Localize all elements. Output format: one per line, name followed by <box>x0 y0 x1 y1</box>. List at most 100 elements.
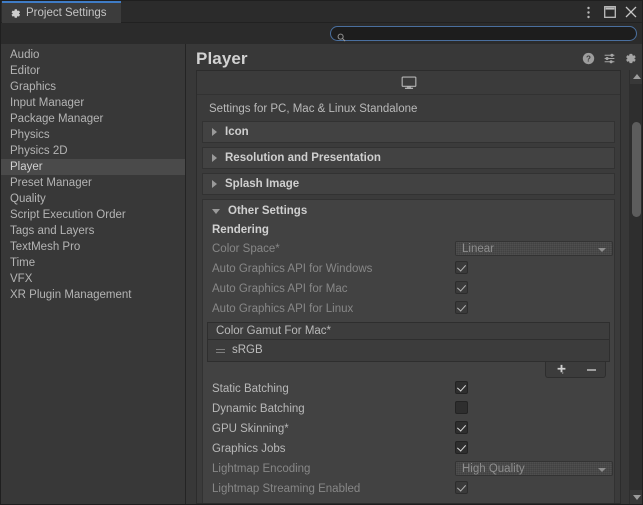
search-input-wrapper[interactable] <box>330 26 637 42</box>
gear-icon[interactable] <box>624 52 637 65</box>
rendering-rows: Color Space* Linear Auto Graphics API for … <box>203 239 614 319</box>
setting-row: Lightmap Streaming Enabled <box>203 479 614 499</box>
setting-label: Color Space* <box>212 243 280 255</box>
tab-label: Project Settings <box>26 7 107 19</box>
sidebar-item-tags-and-layers[interactable]: Tags and Layers <box>1 223 185 239</box>
checkbox[interactable] <box>455 441 468 454</box>
dropdown[interactable]: Linear <box>455 241 613 256</box>
window-tab-bar: Project Settings <box>1 1 642 23</box>
chevron-down-icon <box>598 248 606 252</box>
scroll-down-button[interactable] <box>630 491 642 504</box>
setting-row: Lightmap Encoding High Quality <box>203 459 614 479</box>
sidebar-item-editor[interactable]: Editor <box>1 63 185 79</box>
checkbox[interactable] <box>455 421 468 434</box>
sidebar-item-physics-2d[interactable]: Physics 2D <box>1 143 185 159</box>
color-gamut-header: Color Gamut For Mac* <box>207 322 610 340</box>
setting-row: Dynamic Batching <box>203 399 614 419</box>
color-gamut-list: Color Gamut For Mac* sRGB <box>207 322 610 379</box>
sidebar-item-label: Audio <box>10 49 40 61</box>
sidebar-item-label: Time <box>10 257 36 269</box>
checkbox[interactable] <box>455 261 468 274</box>
setting-control: Linear <box>455 241 613 256</box>
sidebar-item-label: Tags and Layers <box>10 225 95 237</box>
sidebar-item-player[interactable]: Player <box>1 159 185 175</box>
setting-control <box>455 421 468 434</box>
sidebar-item-quality[interactable]: Quality <box>1 191 185 207</box>
sidebar-item-package-manager[interactable]: Package Manager <box>1 111 185 127</box>
setting-label: Graphics Jobs <box>212 443 286 455</box>
preset-icon[interactable] <box>603 52 616 65</box>
sidebar-item-label: Preset Manager <box>10 177 92 189</box>
search-bar-row <box>1 23 642 44</box>
checkbox[interactable] <box>455 381 468 394</box>
sidebar-item-time[interactable]: Time <box>1 255 185 271</box>
dropdown[interactable]: High Quality <box>455 461 613 476</box>
checkbox[interactable] <box>455 481 468 494</box>
other-settings-label: Other Settings <box>228 205 308 217</box>
sidebar-item-xr-plugin-management[interactable]: XR Plugin Management <box>1 287 185 303</box>
sidebar-item-label: Package Manager <box>10 113 104 125</box>
list-item-label: sRGB <box>232 344 263 356</box>
player-inspector: Settings for PC, Mac & Linux Standalone … <box>196 70 621 504</box>
setting-label: Lightmap Streaming Enabled <box>212 483 361 495</box>
sidebar-item-label: Physics 2D <box>10 145 68 157</box>
sidebar-item-vfx[interactable]: VFX <box>1 271 185 287</box>
chevron-right-icon <box>212 154 217 162</box>
setting-row: Static Batching <box>203 379 614 399</box>
other-settings-section: Other Settings Rendering Color Space* Lin… <box>202 199 615 503</box>
drag-handle-icon[interactable] <box>216 347 225 354</box>
chevron-down-icon <box>212 208 220 214</box>
color-gamut-header-label: Color Gamut For Mac* <box>216 325 332 337</box>
setting-label: Dynamic Batching <box>212 403 305 415</box>
sidebar-item-label: Physics <box>10 129 50 141</box>
foldout-label: Splash Image <box>225 178 300 190</box>
setting-label: Lightmap Encoding <box>212 463 311 475</box>
foldout-splash-image[interactable]: Splash Image <box>202 173 615 195</box>
other-settings-header[interactable]: Other Settings <box>203 200 614 222</box>
checkbox[interactable] <box>455 281 468 294</box>
scrollbar-thumb[interactable] <box>632 122 641 217</box>
list-item[interactable]: sRGB <box>208 340 609 360</box>
sidebar-item-input-manager[interactable]: Input Manager <box>1 95 185 111</box>
foldout-icon[interactable]: Icon <box>202 121 615 143</box>
tab-project-settings[interactable]: Project Settings <box>2 1 121 23</box>
rendering-subheader: Rendering <box>212 224 269 236</box>
setting-control <box>455 301 468 314</box>
remove-gamut-button[interactable] <box>586 368 596 371</box>
search-input[interactable] <box>350 28 620 39</box>
sidebar-item-physics[interactable]: Physics <box>1 127 185 143</box>
sidebar-item-label: Quality <box>10 193 46 205</box>
checkbox[interactable] <box>455 401 468 414</box>
inspector-scrollbar[interactable] <box>629 70 642 504</box>
settings-sidebar: Audio Editor Graphics Input Manager Package … <box>1 44 186 504</box>
add-gamut-button[interactable] <box>555 363 568 376</box>
help-icon[interactable]: ? <box>582 52 595 65</box>
sidebar-item-audio[interactable]: Audio <box>1 47 185 63</box>
setting-control <box>455 281 468 294</box>
sidebar-item-preset-manager[interactable]: Preset Manager <box>1 175 185 191</box>
foldout-resolution-and-presentation[interactable]: Resolution and Presentation <box>202 147 615 169</box>
scrollbar-track[interactable] <box>630 84 642 490</box>
setting-label: GPU Skinning* <box>212 423 289 435</box>
color-gamut-items: sRGB <box>207 340 610 362</box>
chevron-right-icon <box>212 180 217 188</box>
sidebar-item-graphics[interactable]: Graphics <box>1 79 185 95</box>
window-controls <box>579 1 640 23</box>
scroll-up-button[interactable] <box>630 70 642 83</box>
sidebar-item-label: Graphics <box>10 81 57 93</box>
setting-label: Auto Graphics API for Linux <box>212 303 354 315</box>
panel-toolbar: ? <box>582 52 637 65</box>
checkbox[interactable] <box>455 301 468 314</box>
collapsed-foldouts: Icon Resolution and Presentation Splash Im… <box>197 121 620 195</box>
platform-tab-bar <box>197 71 620 95</box>
sidebar-item-textmesh-pro[interactable]: TextMesh Pro <box>1 239 185 255</box>
sidebar-item-label: Script Execution Order <box>10 209 126 221</box>
maximize-window-button[interactable] <box>600 2 619 22</box>
window-menu-button[interactable] <box>579 2 598 22</box>
close-window-button[interactable] <box>621 2 640 22</box>
sidebar-item-script-execution-order[interactable]: Script Execution Order <box>1 207 185 223</box>
standalone-monitor-icon[interactable] <box>401 75 417 90</box>
foldout-label: Resolution and Presentation <box>225 152 381 164</box>
setting-control <box>455 401 468 414</box>
sidebar-list: Audio Editor Graphics Input Manager Package … <box>1 44 185 303</box>
